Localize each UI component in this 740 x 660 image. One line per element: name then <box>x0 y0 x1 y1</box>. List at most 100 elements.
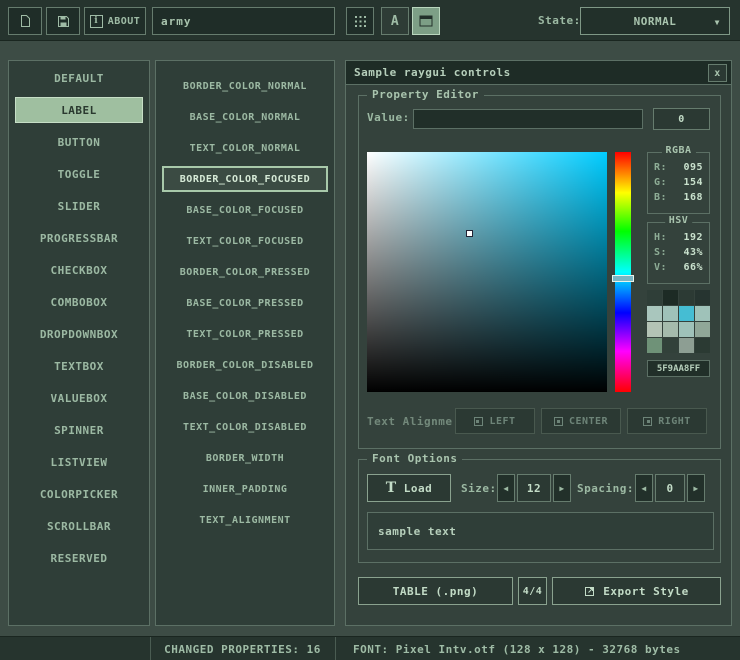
font-options-label: Font Options <box>367 452 462 465</box>
palette-swatch[interactable] <box>695 290 710 305</box>
control-item-combobox[interactable]: COMBOBOX <box>15 289 143 315</box>
export-style-button[interactable]: Export Style <box>552 577 721 605</box>
palette-swatch[interactable] <box>663 338 678 353</box>
control-item-checkbox[interactable]: CHECKBOX <box>15 257 143 283</box>
spacing-label: Spacing: <box>577 474 634 502</box>
property-item-border-color-pressed[interactable]: BORDER_COLOR_PRESSED <box>162 259 328 285</box>
load-font-label: Load <box>404 482 433 495</box>
value-button[interactable]: 0 <box>653 108 710 130</box>
property-item-inner-padding[interactable]: INNER_PADDING <box>162 476 328 502</box>
align-right-label: RIGHT <box>658 416 691 427</box>
spacing-value-box[interactable]: 0 <box>655 474 685 502</box>
hue-slider-handle[interactable] <box>612 275 634 282</box>
sample-controls-window: Sample raygui controls x Property Editor… <box>345 60 732 626</box>
control-item-spinner[interactable]: SPINNER <box>15 417 143 443</box>
property-item-text-color-focused[interactable]: TEXT_COLOR_FOCUSED <box>162 228 328 254</box>
new-file-button[interactable] <box>8 7 42 35</box>
property-item-text-color-pressed[interactable]: TEXT_COLOR_PRESSED <box>162 321 328 347</box>
property-item-base-color-pressed[interactable]: BASE_COLOR_PRESSED <box>162 290 328 316</box>
property-item-border-color-disabled[interactable]: BORDER_COLOR_DISABLED <box>162 352 328 378</box>
color-picker-cursor[interactable] <box>466 230 473 237</box>
palette-swatch[interactable] <box>695 322 710 337</box>
style-name-input[interactable] <box>152 7 335 35</box>
property-item-base-color-focused[interactable]: BASE_COLOR_FOCUSED <box>162 197 328 223</box>
property-item-border-width[interactable]: BORDER_WIDTH <box>162 445 328 471</box>
control-item-default[interactable]: DEFAULT <box>15 65 143 91</box>
palette-swatch[interactable] <box>647 322 662 337</box>
align-center-button[interactable]: CENTER <box>541 408 621 434</box>
control-item-slider[interactable]: SLIDER <box>15 193 143 219</box>
save-style-button[interactable] <box>46 7 80 35</box>
properties-list-panel: BORDER_COLOR_NORMAL BASE_COLOR_NORMAL TE… <box>155 60 335 626</box>
palette-swatch[interactable] <box>695 306 710 321</box>
hsv-row-v: V:66% <box>654 262 703 273</box>
control-item-reserved[interactable]: RESERVED <box>15 545 143 571</box>
font-view-button[interactable]: A <box>381 7 409 35</box>
palette-swatch[interactable] <box>647 306 662 321</box>
about-button[interactable]: i ABOUT <box>84 7 146 35</box>
align-right-button[interactable]: RIGHT <box>627 408 707 434</box>
palette-swatch[interactable] <box>679 322 694 337</box>
property-item-text-alignment[interactable]: TEXT_ALIGNMENT <box>162 507 328 533</box>
hex-value-box[interactable]: 5F9AA8FF <box>647 360 710 377</box>
palette-swatch[interactable] <box>647 338 662 353</box>
property-item-base-color-normal[interactable]: BASE_COLOR_NORMAL <box>162 104 328 130</box>
chevron-right-icon: ▶ <box>693 484 698 493</box>
palette-swatch[interactable] <box>695 338 710 353</box>
spacing-increment-button[interactable]: ▶ <box>687 474 705 502</box>
palette-swatch[interactable] <box>663 322 678 337</box>
pages-value-box[interactable]: 4/4 <box>518 577 547 605</box>
toolbar: i ABOUT A State: NORMAL ▼ <box>0 0 740 41</box>
control-item-listview[interactable]: LISTVIEW <box>15 449 143 475</box>
value-input[interactable] <box>413 109 643 129</box>
hue-bar[interactable] <box>615 152 631 392</box>
size-increment-button[interactable]: ▶ <box>553 474 571 502</box>
control-item-progressbar[interactable]: PROGRESSBAR <box>15 225 143 251</box>
property-item-border-color-focused[interactable]: BORDER_COLOR_FOCUSED <box>162 166 328 192</box>
load-font-button[interactable]: T Load <box>367 474 451 502</box>
color-picker-panel[interactable] <box>367 152 607 392</box>
control-item-dropdownbox[interactable]: DROPDOWNBOX <box>15 321 143 347</box>
property-item-text-color-disabled[interactable]: TEXT_COLOR_DISABLED <box>162 414 328 440</box>
palette-swatch[interactable] <box>679 338 694 353</box>
export-table-button[interactable]: TABLE (.png) <box>358 577 513 605</box>
size-value-box[interactable]: 12 <box>517 474 551 502</box>
size-decrement-button[interactable]: ◀ <box>497 474 515 502</box>
info-icon: i <box>90 15 103 28</box>
style-palette <box>647 290 710 353</box>
control-item-colorpicker[interactable]: COLORPICKER <box>15 481 143 507</box>
palette-swatch[interactable] <box>663 290 678 305</box>
control-item-valuebox[interactable]: VALUEBOX <box>15 385 143 411</box>
grid-icon <box>354 15 367 28</box>
state-dropdown[interactable]: NORMAL ▼ <box>580 7 730 35</box>
palette-swatch[interactable] <box>679 306 694 321</box>
control-item-toggle[interactable]: TOGGLE <box>15 161 143 187</box>
property-item-border-color-normal[interactable]: BORDER_COLOR_NORMAL <box>162 73 328 99</box>
close-button[interactable]: x <box>708 64 727 82</box>
state-dropdown-value: NORMAL <box>634 15 677 28</box>
palette-swatch[interactable] <box>679 290 694 305</box>
file-icon <box>19 14 32 28</box>
chevron-down-icon: ▼ <box>715 18 720 27</box>
palette-swatch[interactable] <box>647 290 662 305</box>
align-left-button[interactable]: LEFT <box>455 408 535 434</box>
control-item-textbox[interactable]: TEXTBOX <box>15 353 143 379</box>
property-editor-label: Property Editor <box>367 88 484 101</box>
window-icon <box>419 15 433 27</box>
control-item-label[interactable]: LABEL <box>15 97 143 123</box>
export-style-label: Export Style <box>603 585 688 598</box>
window-titlebar[interactable]: Sample raygui controls <box>346 61 731 85</box>
spacing-decrement-button[interactable]: ◀ <box>635 474 653 502</box>
align-center-label: CENTER <box>569 416 608 427</box>
window-view-button[interactable] <box>412 7 440 35</box>
changed-properties-status: CHANGED PROPERTIES: 16 <box>150 637 335 660</box>
sample-text-box[interactable]: sample text <box>367 512 714 550</box>
palette-swatch[interactable] <box>663 306 678 321</box>
control-item-button[interactable]: BUTTON <box>15 129 143 155</box>
property-item-text-color-normal[interactable]: TEXT_COLOR_NORMAL <box>162 135 328 161</box>
status-divider <box>335 637 336 660</box>
value-label: Value: <box>367 111 410 124</box>
grid-view-button[interactable] <box>346 7 374 35</box>
control-item-scrollbar[interactable]: SCROLLBAR <box>15 513 143 539</box>
property-item-base-color-disabled[interactable]: BASE_COLOR_DISABLED <box>162 383 328 409</box>
